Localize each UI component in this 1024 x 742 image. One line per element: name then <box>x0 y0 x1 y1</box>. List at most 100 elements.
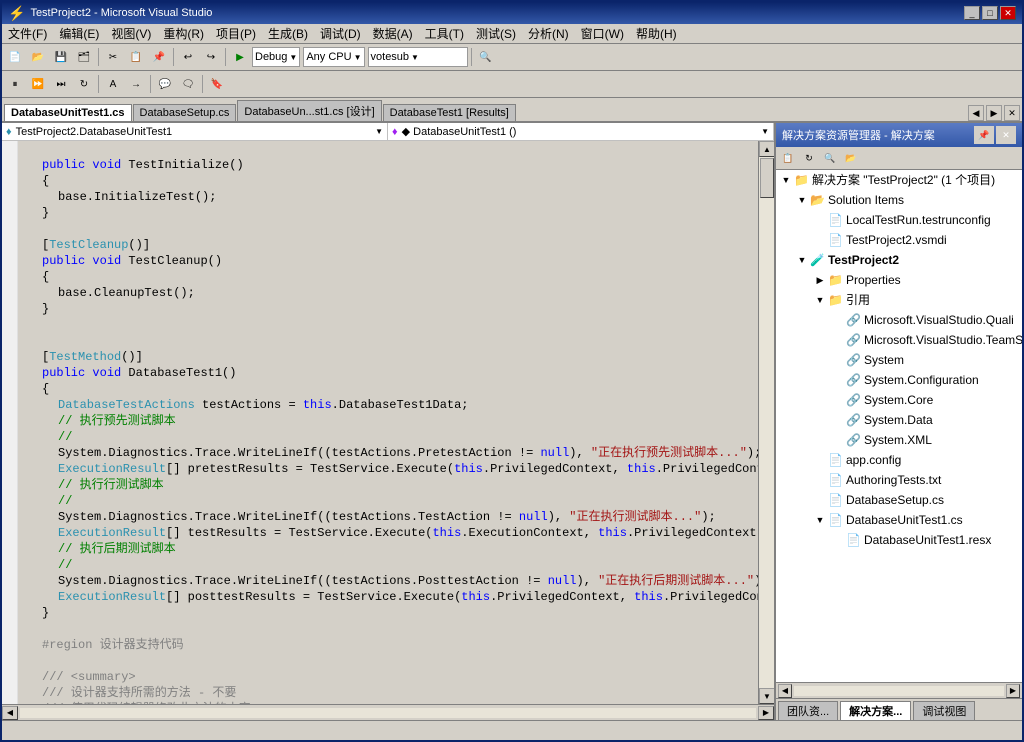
tree-ref-syscore[interactable]: 🔗 System.Core <box>776 390 1022 410</box>
tree-properties[interactable]: ▶ 📁 Properties <box>776 270 1022 290</box>
tab-3[interactable]: DatabaseTest1 [Results] <box>383 104 516 121</box>
open-btn[interactable]: 📂 <box>27 46 49 68</box>
new-project-btn[interactable]: 📄 <box>4 46 26 68</box>
se-content[interactable]: ▼ 📁 解决方案 "TestProject2" (1 个项目) ▼ 📂 Solu… <box>776 170 1022 682</box>
expander-properties[interactable]: ▶ <box>812 271 828 289</box>
platform-dropdown[interactable]: Any CPU ▼ <box>303 47 364 67</box>
expander-root[interactable]: ▼ <box>778 171 794 189</box>
tree-ref-team5[interactable]: 🔗 Microsoft.VisualStudio.TeamS <box>776 330 1022 350</box>
scroll-thumb[interactable] <box>760 158 774 198</box>
se-refresh-btn[interactable]: ↻ <box>799 149 819 167</box>
cut-btn[interactable]: ✂ <box>102 46 124 68</box>
undo-btn[interactable]: ↩ <box>177 46 199 68</box>
se-hscroll-track[interactable] <box>794 686 1004 696</box>
tree-ref-sysdata[interactable]: 🔗 System.Data <box>776 410 1022 430</box>
tree-vsmdi[interactable]: 📄 TestProject2.vsmdi <box>776 230 1022 250</box>
close-button[interactable]: ✕ <box>1000 6 1016 20</box>
se-close-btn[interactable]: ✕ <box>996 126 1016 144</box>
find-btn[interactable]: 🔍 <box>475 46 497 68</box>
se-collapse-btn[interactable]: 📂 <box>841 149 861 167</box>
scroll-down-btn[interactable]: ▼ <box>759 688 774 704</box>
se-pin-btn[interactable]: 📌 <box>974 126 994 144</box>
paste-btn[interactable]: 📌 <box>148 46 170 68</box>
se-hscroll-right[interactable]: ▶ <box>1006 684 1020 698</box>
format-btn[interactable]: A <box>102 73 124 95</box>
sep-3 <box>225 48 226 66</box>
uncomment-btn[interactable]: 🗨 <box>177 73 199 95</box>
start-btn[interactable]: ▶ <box>229 46 251 68</box>
tree-ref-quali[interactable]: 🔗 Microsoft.VisualStudio.Quali <box>776 310 1022 330</box>
menu-analyze[interactable]: 分析(N) <box>522 23 575 44</box>
expander-testproject2[interactable]: ▼ <box>794 251 810 269</box>
save-btn[interactable]: 💾 <box>50 46 72 68</box>
scroll-track[interactable] <box>759 157 774 688</box>
comment-btn[interactable]: 💬 <box>154 73 176 95</box>
save-all-btn[interactable]: 🗂 <box>73 46 95 68</box>
tree-solution-items[interactable]: ▼ 📂 Solution Items <box>776 190 1022 210</box>
code-text[interactable]: public void TestInitialize() { base.Init… <box>18 141 758 704</box>
tab-2[interactable]: DatabaseUn...st1.cs [设计] <box>237 100 381 121</box>
class-dropdown[interactable]: ♦ TestProject2.DatabaseUnitTest1 ▼ <box>2 123 388 140</box>
expander-references[interactable]: ▼ <box>812 291 828 309</box>
bottom-tab-team[interactable]: 团队资... <box>778 701 838 720</box>
indent-btn[interactable]: → <box>125 73 147 95</box>
tab-right-btn[interactable]: ▶ <box>986 105 1002 121</box>
se-hscroll-left[interactable]: ◀ <box>778 684 792 698</box>
tab-left-btn[interactable]: ◀ <box>968 105 984 121</box>
bookmark-btn[interactable]: 🔖 <box>206 73 228 95</box>
menu-tools[interactable]: 工具(T) <box>419 23 470 44</box>
bottom-tab-solution[interactable]: 解决方案... <box>840 701 911 720</box>
maximize-button[interactable]: □ <box>982 6 998 20</box>
se-filter-btn[interactable]: 🔍 <box>820 149 840 167</box>
debug-mode-dropdown[interactable]: Debug ▼ <box>252 47 300 67</box>
tree-ref-system[interactable]: 🔗 System <box>776 350 1022 370</box>
menu-edit[interactable]: 编辑(E) <box>53 23 105 44</box>
redo-btn[interactable]: ↪ <box>200 46 222 68</box>
tree-ref-sysxml[interactable]: 🔗 System.XML <box>776 430 1022 450</box>
tree-dbunittest1resx[interactable]: 📄 DatabaseUnitTest1.resx <box>776 530 1022 550</box>
se-props-btn[interactable]: 📋 <box>778 149 798 167</box>
tb2-btn4[interactable]: ↻ <box>73 73 95 95</box>
tree-ref-sysconfig[interactable]: 🔗 System.Configuration <box>776 370 1022 390</box>
target-dropdown[interactable]: votesub ▼ <box>368 47 468 67</box>
scroll-up-btn[interactable]: ▲ <box>759 141 774 157</box>
tree-authoringtests[interactable]: 📄 AuthoringTests.txt <box>776 470 1022 490</box>
tree-references[interactable]: ▼ 📁 引用 <box>776 290 1022 310</box>
hscroll-track[interactable] <box>20 708 756 718</box>
tab-1[interactable]: DatabaseSetup.cs <box>133 104 237 121</box>
expander-dbunittest1cs[interactable]: ▼ <box>812 511 828 529</box>
menu-refactor[interactable]: 重构(R) <box>157 23 210 44</box>
tb2-btn2[interactable]: ⏩ <box>27 73 49 95</box>
menu-data[interactable]: 数据(A) <box>367 23 419 44</box>
menu-help[interactable]: 帮助(H) <box>630 23 683 44</box>
tab-close-all-btn[interactable]: ✕ <box>1004 105 1020 121</box>
code-content[interactable]: public void TestInitialize() { base.Init… <box>2 141 774 704</box>
minimize-button[interactable]: _ <box>964 6 980 20</box>
menu-test[interactable]: 测试(S) <box>470 23 522 44</box>
menu-project[interactable]: 项目(P) <box>210 23 262 44</box>
expander-solution-items[interactable]: ▼ <box>794 191 810 209</box>
copy-btn[interactable]: 📋 <box>125 46 147 68</box>
tab-bar: DatabaseUnitTest1.cs DatabaseSetup.cs Da… <box>2 98 1022 123</box>
tree-dbunittest1cs[interactable]: ▼ 📄 DatabaseUnitTest1.cs <box>776 510 1022 530</box>
tree-solution-root[interactable]: ▼ 📁 解决方案 "TestProject2" (1 个项目) <box>776 170 1022 190</box>
method-dropdown[interactable]: ♦ ◆ DatabaseUnitTest1 () ▼ <box>388 123 774 140</box>
label-appconfig: app.config <box>846 451 901 469</box>
tb2-btn3[interactable]: ⏭ <box>50 73 72 95</box>
hscroll-right-btn[interactable]: ▶ <box>758 706 774 720</box>
tree-testproject2[interactable]: ▼ 🧪 TestProject2 <box>776 250 1022 270</box>
tree-localtestrun[interactable]: 📄 LocalTestRun.testrunconfig <box>776 210 1022 230</box>
menu-file[interactable]: 文件(F) <box>2 23 53 44</box>
tree-dbsetupcs[interactable]: 📄 DatabaseSetup.cs <box>776 490 1022 510</box>
menu-build[interactable]: 生成(B) <box>262 23 314 44</box>
icon-vsmdi: 📄 <box>828 231 843 249</box>
code-hscroll[interactable]: ◀ ▶ <box>2 704 774 720</box>
hscroll-left-btn[interactable]: ◀ <box>2 706 18 720</box>
menu-view[interactable]: 视图(V) <box>105 23 157 44</box>
tree-appconfig[interactable]: 📄 app.config <box>776 450 1022 470</box>
tab-0[interactable]: DatabaseUnitTest1.cs <box>4 104 132 121</box>
tb2-btn1[interactable]: ⏸ <box>4 73 26 95</box>
bottom-tab-debug[interactable]: 调试视图 <box>913 701 975 720</box>
menu-window[interactable]: 窗口(W) <box>575 23 630 44</box>
menu-debug[interactable]: 调试(D) <box>314 23 367 44</box>
